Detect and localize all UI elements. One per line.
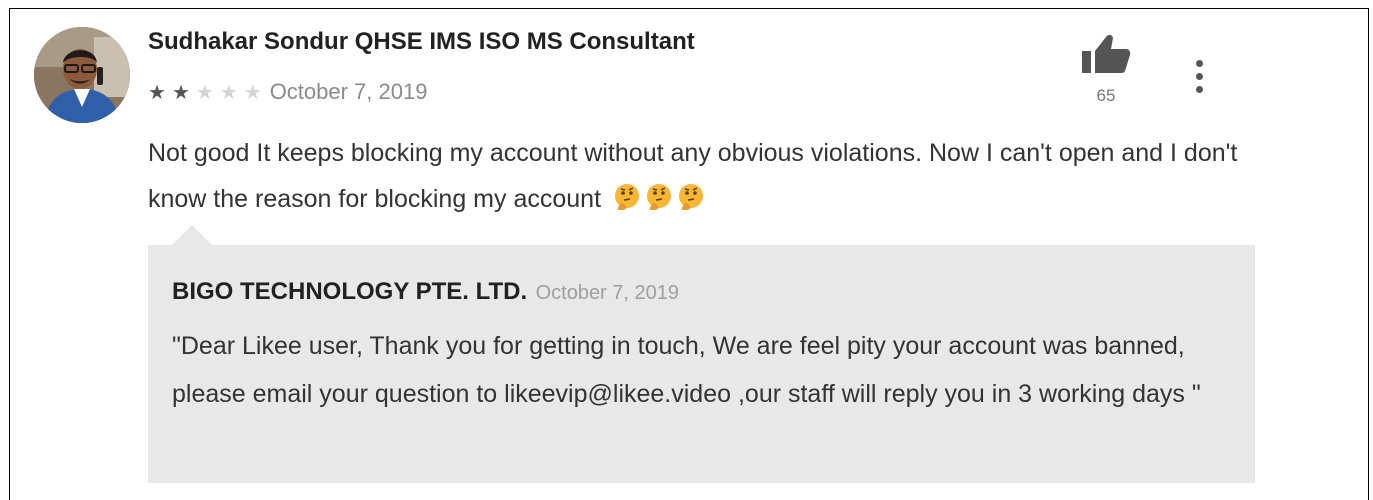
user-avatar-image	[34, 27, 130, 123]
review-date: October 7, 2019	[269, 79, 428, 104]
reply-header: BIGO TECHNOLOGY PTE. LTD. October 7, 201…	[172, 278, 679, 306]
reply-author-name: BIGO TECHNOLOGY PTE. LTD.	[172, 278, 528, 305]
more-options-button[interactable]	[1186, 58, 1214, 98]
reply-date: October 7, 2019	[535, 282, 680, 304]
star-icon: ★	[171, 80, 190, 104]
emoji-group	[612, 182, 708, 212]
more-vertical-icon	[1196, 60, 1203, 67]
star-icon: ★	[243, 80, 262, 104]
avatar[interactable]	[34, 27, 130, 123]
star-icon: ★	[148, 80, 166, 104]
review-body: Not good It keeps blocking my account wi…	[148, 130, 1268, 222]
reply-text: "Dear Likee user, Thank you for getting …	[172, 332, 1201, 408]
helpful-button[interactable]	[1080, 31, 1132, 75]
rating-row: ★ ★ ★ ★ ★ October 7, 2019	[148, 78, 427, 106]
thumbs-up-icon	[1082, 34, 1131, 73]
more-vertical-icon	[1196, 73, 1203, 80]
star-icon: ★	[219, 80, 238, 104]
star-icon: ★	[195, 80, 214, 104]
thinking-face-icon	[614, 184, 639, 210]
helpful-count: 65	[1096, 86, 1116, 105]
thinking-face-icon	[646, 184, 671, 210]
developer-reply: BIGO TECHNOLOGY PTE. LTD. October 7, 201…	[148, 245, 1255, 483]
review-author-name[interactable]: Sudhakar Sondur QHSE IMS ISO MS Consulta…	[148, 28, 695, 56]
more-vertical-icon	[1196, 86, 1203, 93]
reply-pointer	[172, 225, 212, 245]
thinking-face-icon	[678, 184, 703, 210]
star-rating: ★ ★ ★ ★ ★	[148, 82, 268, 102]
